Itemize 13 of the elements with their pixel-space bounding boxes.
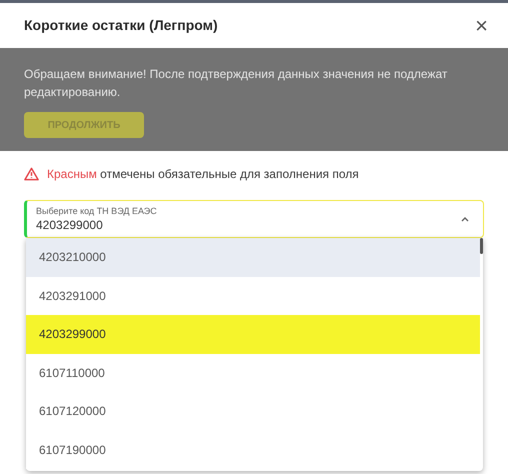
caret-icon: [461, 216, 469, 222]
close-button[interactable]: ×: [475, 14, 488, 36]
scrollbar-thumb[interactable]: [480, 238, 483, 254]
notice-text: Обращаем внимание! После подтверждения данных значения не подлежат редактированию.: [24, 66, 448, 101]
select-label: Выберите код ТН ВЭД ЕАЭС: [36, 205, 157, 217]
warning-icon: [24, 167, 39, 181]
required-fields-note: Красным отмечены обязательные для заполнения поля: [47, 166, 359, 183]
dropdown-option[interactable]: 4203291000: [26, 276, 480, 315]
dropdown-option[interactable]: 6107110000: [26, 354, 480, 392]
dropdown-option[interactable]: 4203299000: [26, 315, 480, 354]
select-value: 4203299000: [36, 217, 104, 233]
dropdown-option[interactable]: 4203210000: [26, 238, 480, 276]
dialog-title: Короткие остатки (Легпром): [24, 16, 218, 35]
